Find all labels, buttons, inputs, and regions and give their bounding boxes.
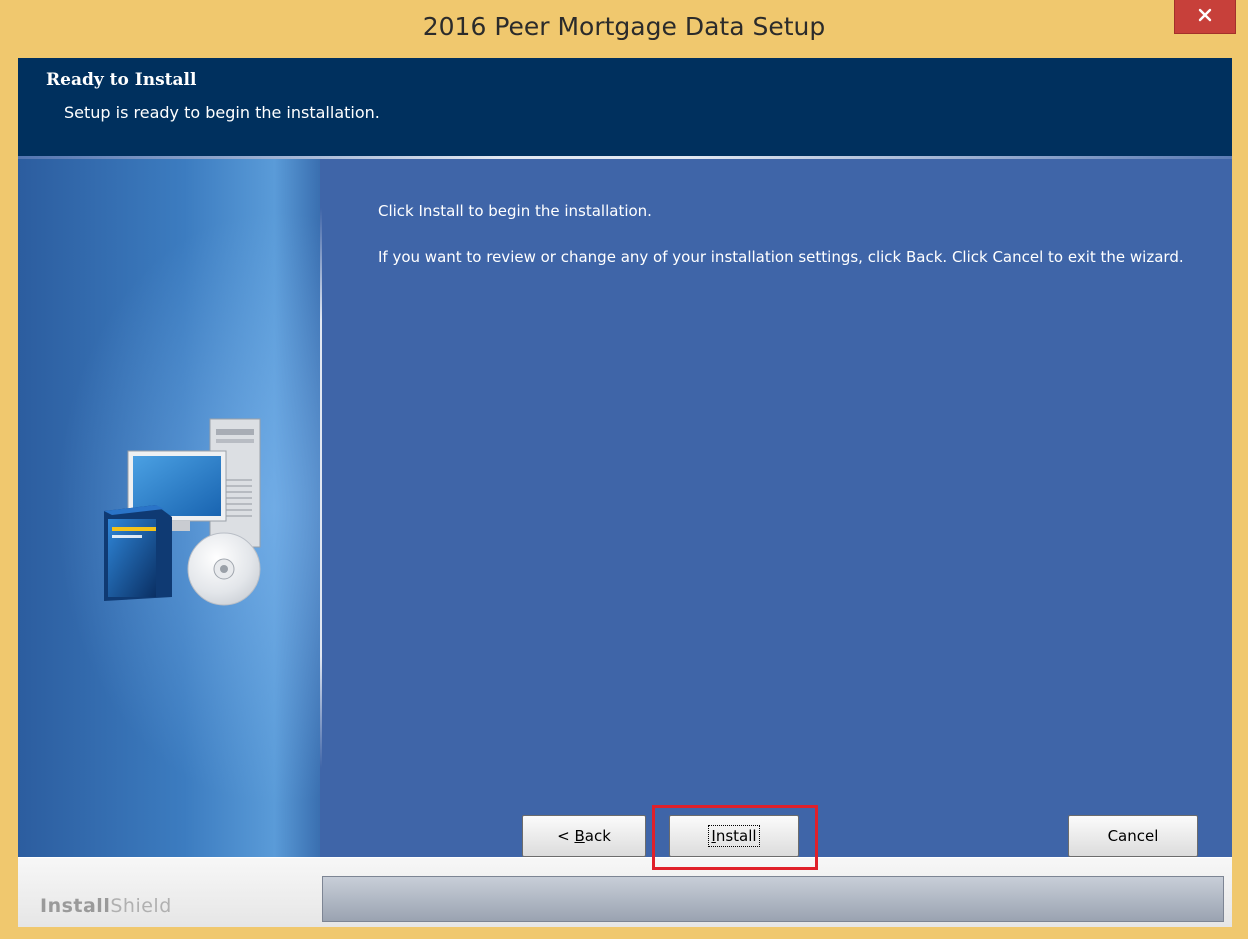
close-icon: [1198, 7, 1212, 26]
cancel-button[interactable]: Cancel: [1068, 815, 1198, 857]
install-highlight-box: [652, 805, 818, 870]
wizard-footer: InstallShield: [18, 857, 1232, 927]
wizard-header: Ready to Install Setup is ready to begin…: [18, 58, 1232, 156]
installshield-logo: InstallShield: [40, 895, 172, 917]
page-subtitle: Setup is ready to begin the installation…: [64, 103, 380, 122]
wizard-content: Click Install to begin the installation.…: [322, 159, 1232, 857]
back-prefix: <: [557, 827, 575, 845]
instruction-text: Click Install to begin the installation.: [378, 202, 652, 220]
computer-setup-icon: [104, 418, 261, 606]
brand-bold: Install: [40, 895, 111, 917]
title-bar[interactable]: 2016 Peer Mortgage Data Setup: [0, 0, 1248, 58]
back-label-rest: ack: [584, 827, 611, 845]
setup-window: 2016 Peer Mortgage Data Setup Ready to I…: [0, 0, 1248, 939]
brand-thin: Shield: [110, 895, 172, 917]
review-text: If you want to review or change any of y…: [378, 248, 1184, 266]
back-button[interactable]: < Back: [522, 815, 646, 857]
side-banner: [18, 159, 320, 857]
back-accelerator: B: [574, 827, 585, 845]
wizard-client-area: Ready to Install Setup is ready to begin…: [18, 58, 1232, 927]
window-title: 2016 Peer Mortgage Data Setup: [422, 12, 826, 41]
page-title: Ready to Install: [46, 70, 197, 90]
button-bar: [322, 876, 1224, 922]
close-button[interactable]: [1174, 0, 1236, 34]
